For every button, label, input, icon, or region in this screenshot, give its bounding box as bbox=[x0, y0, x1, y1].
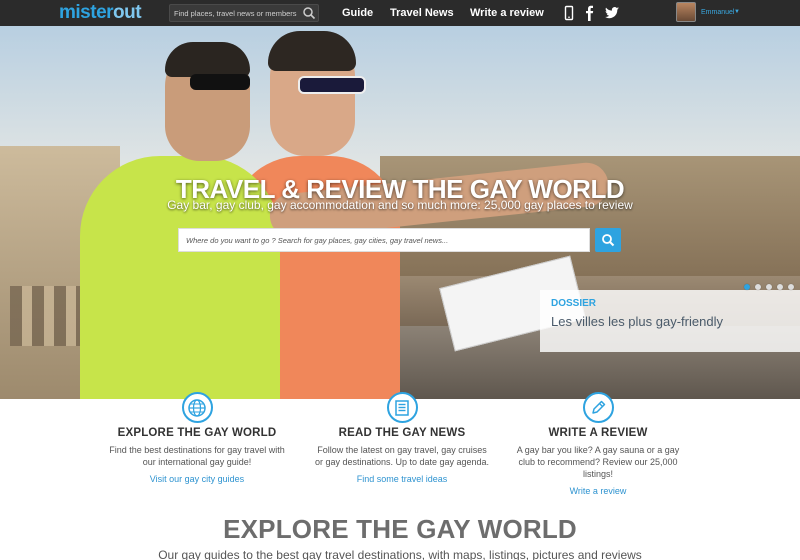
twitter-icon[interactable] bbox=[604, 5, 620, 21]
user-name[interactable]: Emmanuel bbox=[701, 9, 734, 16]
feature-title: WRITE A REVIEW bbox=[548, 427, 648, 439]
feature-news: READ THE GAY NEWS Follow the latest on g… bbox=[302, 392, 502, 484]
slider-dot-3[interactable] bbox=[766, 284, 772, 290]
hero-subtitle: Gay bar, gay club, gay accommodation and… bbox=[167, 198, 633, 212]
mobile-icon[interactable] bbox=[561, 5, 577, 21]
feature-review: WRITE A REVIEW A gay bar you like? A gay… bbox=[498, 392, 698, 496]
section-title: EXPLORE THE GAY WORLD bbox=[223, 514, 577, 544]
dossier-title[interactable]: Les villes les plus gay-friendly bbox=[551, 314, 723, 329]
logo-text-out: out bbox=[113, 2, 142, 23]
chevron-down-icon[interactable]: ▼ bbox=[734, 9, 740, 15]
dossier-card[interactable]: DOSSIER Les villes les plus gay-friendly bbox=[540, 290, 800, 352]
logo-text-mister: mister bbox=[59, 2, 114, 23]
feature-text: Follow the latest on gay travel, gay cru… bbox=[314, 445, 490, 467]
nav-guide-link[interactable]: Guide bbox=[342, 7, 373, 19]
header-search bbox=[169, 4, 319, 22]
header-search-input[interactable] bbox=[170, 5, 300, 21]
feature-text: Find the best destinations for gay trave… bbox=[109, 445, 285, 467]
hero-search-input[interactable] bbox=[179, 229, 589, 251]
sunglasses-right bbox=[298, 76, 366, 94]
feature-link[interactable]: Write a review bbox=[498, 486, 698, 496]
slider-dot-2[interactable] bbox=[755, 284, 761, 290]
search-icon bbox=[602, 234, 615, 247]
hero-person-right-hair bbox=[268, 31, 356, 71]
dossier-tag: DOSSIER bbox=[551, 298, 597, 309]
feature-link[interactable]: Visit our gay city guides bbox=[97, 474, 297, 484]
sunglasses-left bbox=[190, 74, 250, 90]
facebook-icon[interactable] bbox=[582, 5, 598, 21]
hero-person-left-hair bbox=[165, 42, 250, 77]
slider-dot-4[interactable] bbox=[777, 284, 783, 290]
hero-sky bbox=[0, 26, 800, 176]
top-navigation-bar: misterout Guide Travel News Write a revi… bbox=[0, 0, 800, 26]
feature-title: EXPLORE THE GAY WORLD bbox=[117, 427, 277, 439]
section-subtitle: Our gay guides to the best gay travel de… bbox=[158, 548, 642, 560]
globe-icon bbox=[181, 392, 213, 423]
feature-explore: EXPLORE THE GAY WORLD Find the best dest… bbox=[97, 392, 297, 484]
slider-dot-5[interactable] bbox=[788, 284, 794, 290]
slider-dots bbox=[744, 284, 794, 290]
news-icon bbox=[386, 392, 418, 423]
search-icon[interactable] bbox=[302, 6, 316, 20]
feature-title: READ THE GAY NEWS bbox=[338, 427, 466, 439]
nav-travel-news-link[interactable]: Travel News bbox=[390, 7, 454, 19]
slider-dot-1[interactable] bbox=[744, 284, 750, 290]
hero-search-button[interactable] bbox=[595, 228, 621, 252]
feature-link[interactable]: Find some travel ideas bbox=[302, 474, 502, 484]
nav-write-review-link[interactable]: Write a review bbox=[470, 7, 544, 19]
pencil-icon bbox=[582, 392, 614, 423]
feature-text: A gay bar you like? A gay sauna or a gay… bbox=[516, 445, 680, 479]
user-avatar[interactable] bbox=[676, 2, 696, 22]
site-logo[interactable]: misterout bbox=[59, 2, 142, 24]
hero-search-box bbox=[178, 228, 590, 252]
